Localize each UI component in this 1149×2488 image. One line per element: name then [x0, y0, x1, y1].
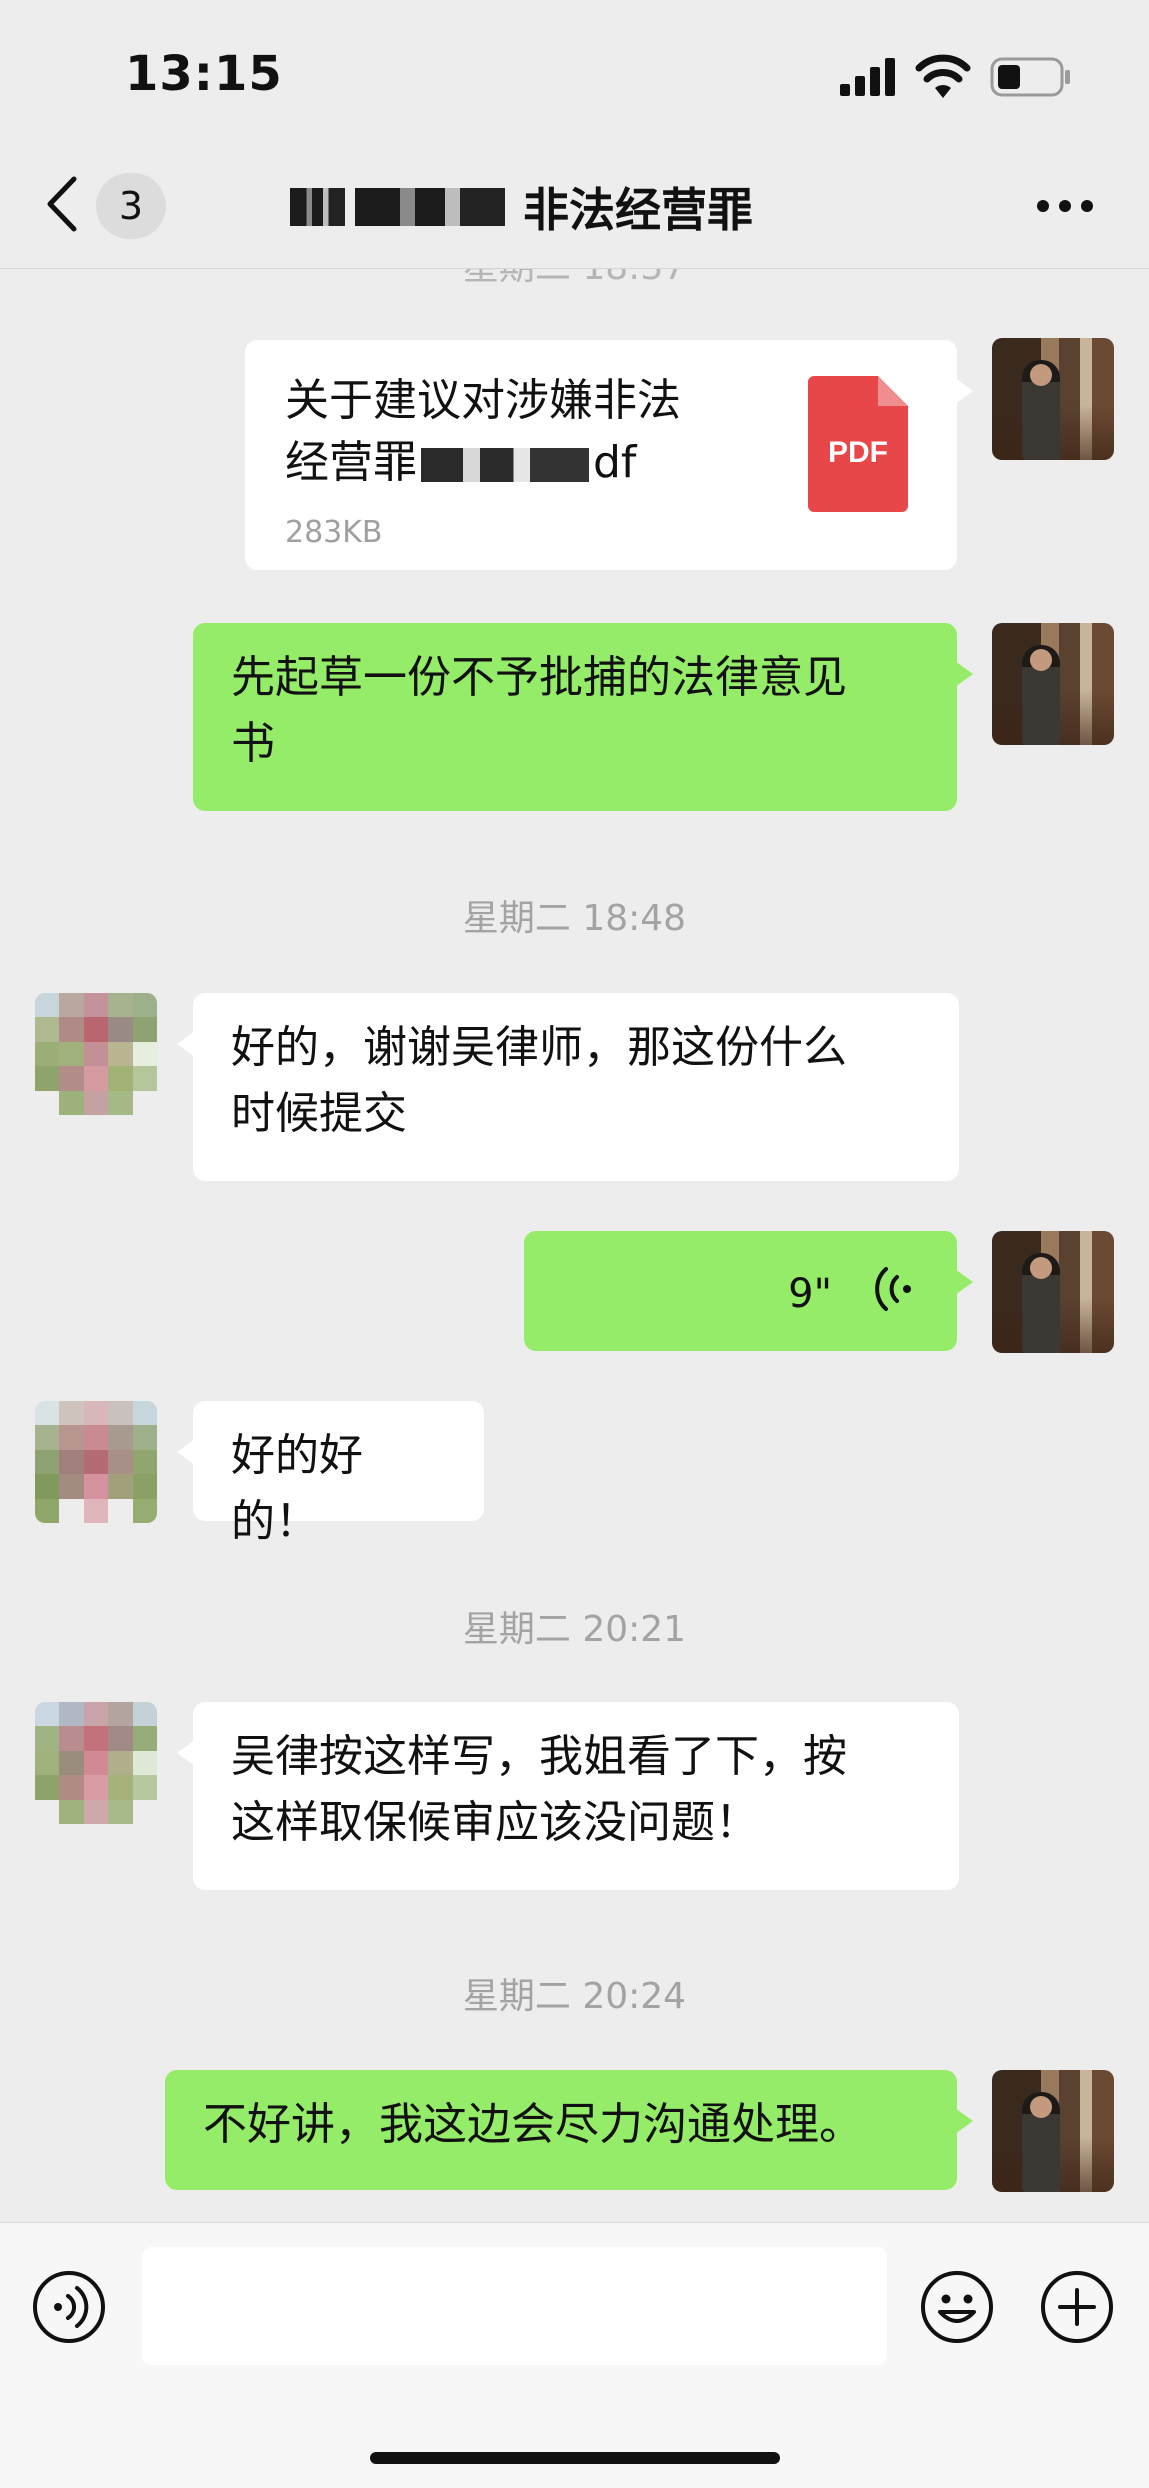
- timestamp: 星期二 20:24: [462, 1976, 687, 2017]
- battery-icon: [990, 57, 1070, 97]
- redacted-title-part: [355, 188, 505, 226]
- contact-avatar[interactable]: [35, 1401, 157, 1523]
- message-input[interactable]: [142, 2247, 887, 2365]
- voice-input-icon[interactable]: [32, 2270, 106, 2344]
- unread-badge[interactable]: 3: [96, 173, 166, 239]
- message-bubble-received[interactable]: 吴律按这样写，我姐看了下，按 这样取保候审应该没问题！: [177, 1702, 959, 1890]
- pdf-file-icon: PDF: [808, 376, 908, 512]
- message-bubble-sent[interactable]: 不好讲，我这边会尽力沟通处理。: [165, 2070, 973, 2190]
- emoji-icon[interactable]: [920, 2270, 994, 2344]
- more-dots-icon[interactable]: [1035, 198, 1095, 214]
- redacted-title-part: [290, 188, 345, 226]
- status-bar: 13:15: [0, 0, 1149, 150]
- voice-duration: 9": [788, 1271, 832, 1317]
- voice-message[interactable]: 9": [524, 1231, 973, 1351]
- redacted-filename: [421, 448, 589, 482]
- file-size: 283KB: [285, 515, 383, 550]
- plus-icon[interactable]: [1040, 2270, 1114, 2344]
- message-bubble-sent[interactable]: 先起草一份不予批捕的法律意见 书: [193, 623, 973, 811]
- svg-text:PDF: PDF: [828, 436, 888, 469]
- chevron-left-icon[interactable]: [42, 175, 82, 233]
- my-avatar[interactable]: [992, 623, 1114, 745]
- status-time: 13:15: [125, 46, 283, 102]
- home-indicator[interactable]: [370, 2452, 780, 2464]
- contact-avatar[interactable]: [35, 993, 157, 1115]
- timestamp: 星期二 20:21: [462, 1609, 687, 1650]
- signal-icon: [840, 58, 895, 96]
- message-bubble-received[interactable]: 好的好的！: [177, 1401, 484, 1547]
- voice-playback-icon: [875, 1267, 911, 1311]
- input-bar: [0, 2222, 1149, 2488]
- wifi-icon: [915, 54, 971, 98]
- message-bubble-received[interactable]: 好的，谢谢吴律师，那这份什么 时候提交: [177, 993, 959, 1181]
- my-avatar[interactable]: [992, 1231, 1114, 1353]
- timestamp: 星期二 18:48: [462, 898, 687, 939]
- chat-title: 非法经营罪: [290, 177, 753, 237]
- chat-header: 3 非法经营罪: [0, 150, 1149, 269]
- file-name: 关于建议对涉嫌非法 经营罪 df: [285, 375, 681, 488]
- contact-avatar[interactable]: [35, 1702, 157, 1824]
- chat-title-text: 非法经营罪: [523, 183, 753, 237]
- my-avatar[interactable]: [992, 2070, 1114, 2192]
- my-avatar[interactable]: [992, 338, 1114, 460]
- file-message[interactable]: 关于建议对涉嫌非法 经营罪 df 283KB PDF: [245, 340, 973, 570]
